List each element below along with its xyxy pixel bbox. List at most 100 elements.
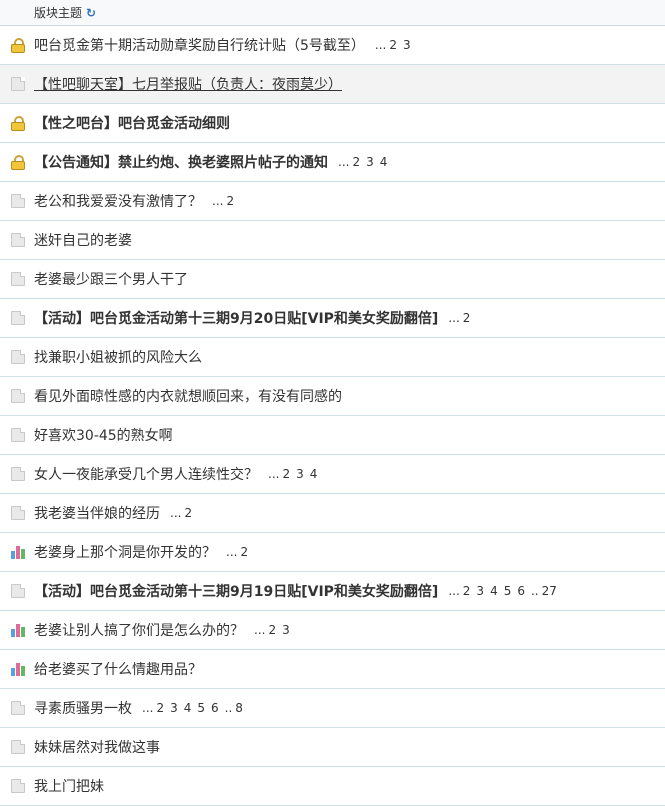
thread-title-link[interactable]: 寻素质骚男一枚	[34, 698, 132, 718]
pager-gap: ..	[224, 701, 233, 715]
thread-row[interactable]: 吧台觅金第十期活动勋章奖励自行统计贴（5号截至）... 2 3	[0, 26, 665, 65]
pager-ellipsis: ...	[212, 194, 224, 208]
page-link[interactable]: 2	[389, 38, 397, 52]
thread-row[interactable]: 老婆让别人搞了你们是怎么办的？... 2 3	[0, 611, 665, 650]
pager-ellipsis: ...	[254, 623, 266, 637]
lock-icon	[11, 116, 25, 131]
thread-row[interactable]: 给老婆买了什么情趣用品？	[0, 650, 665, 689]
page-link[interactable]: 2	[463, 311, 471, 325]
doc-icon	[11, 740, 25, 754]
thread-title-link[interactable]: 我老婆当伴娘的经历	[34, 503, 160, 523]
thread-title-link[interactable]: 老公和我爱爱没有激情了？	[34, 191, 202, 211]
thread-row[interactable]: 找兼职小姐被抓的风险大么	[0, 338, 665, 377]
page-link[interactable]: 2	[282, 467, 290, 481]
page-link[interactable]: 2	[240, 545, 248, 559]
page-link[interactable]: 2	[156, 701, 164, 715]
thread-title-link[interactable]: 【性吧聊天室】七月举报贴（负责人：夜雨莫少）	[34, 74, 342, 94]
poll-icon	[11, 545, 25, 559]
page-link[interactable]: 4	[310, 467, 318, 481]
pager-ellipsis: ...	[226, 545, 238, 559]
lock-icon	[11, 38, 25, 53]
thread-title-link[interactable]: 给老婆买了什么情趣用品？	[34, 659, 202, 679]
thread-row[interactable]: 女人一夜能承受几个男人连续性交？... 2 3 4	[0, 455, 665, 494]
pager-ellipsis: ...	[268, 467, 280, 481]
page-link[interactable]: 5	[197, 701, 205, 715]
thread-row[interactable]: 老公和我爱爱没有激情了？... 2	[0, 182, 665, 221]
thread-row[interactable]: 老婆身上那个洞是你开发的？... 2	[0, 533, 665, 572]
page-link[interactable]: 3	[403, 38, 411, 52]
doc-icon	[11, 467, 25, 481]
thread-row[interactable]: 我老婆当伴娘的经历 ... 2	[0, 494, 665, 533]
page-link[interactable]: 2	[352, 155, 360, 169]
doc-icon	[11, 311, 25, 325]
page-link[interactable]: 3	[296, 467, 304, 481]
page-link[interactable]: 2	[184, 506, 192, 520]
thread-row[interactable]: 我上门把妹	[0, 767, 665, 806]
thread-row[interactable]: 【性吧聊天室】七月举报贴（负责人：夜雨莫少）	[0, 65, 665, 104]
lock-icon	[11, 155, 25, 170]
thread-row[interactable]: 老婆最少跟三个男人干了	[0, 260, 665, 299]
section-header-label: 版块主题	[34, 6, 83, 20]
section-header: 版块主题 ↻	[0, 0, 665, 26]
page-link[interactable]: 2	[226, 194, 234, 208]
page-link[interactable]: 6	[517, 584, 525, 598]
thread-row[interactable]: 【公告通知】禁止约炮、换老婆照片帖子的通知... 2 3 4	[0, 143, 665, 182]
thread-pager: ... 2	[170, 506, 198, 520]
page-link[interactable]: 3	[366, 155, 374, 169]
page-link[interactable]: 3	[476, 584, 484, 598]
thread-pager: ... 2 3 4	[268, 467, 323, 481]
page-link[interactable]: 4	[184, 701, 192, 715]
thread-title-link[interactable]: 我上门把妹	[34, 776, 104, 796]
page-link[interactable]: 2	[463, 584, 471, 598]
thread-title-link[interactable]: 老婆最少跟三个男人干了	[34, 269, 188, 289]
doc-icon	[11, 584, 25, 598]
pager-ellipsis: ...	[338, 155, 350, 169]
page-link[interactable]: 3	[170, 701, 178, 715]
page-link[interactable]: 5	[504, 584, 512, 598]
thread-row[interactable]: 好喜欢30-45的熟女啊	[0, 416, 665, 455]
refresh-icon[interactable]: ↻	[86, 6, 96, 20]
page-link[interactable]: 2	[268, 623, 276, 637]
pager-ellipsis: ...	[448, 311, 460, 325]
thread-pager: ... 2 3 4 5 6.. 27	[448, 584, 563, 598]
doc-icon	[11, 272, 25, 286]
doc-icon	[11, 701, 25, 715]
page-link[interactable]: 4	[380, 155, 388, 169]
thread-pager: ... 2	[226, 545, 254, 559]
page-link[interactable]: 27	[542, 584, 557, 598]
pager-gap: ..	[530, 584, 539, 598]
thread-title-link[interactable]: 吧台觅金第十期活动勋章奖励自行统计贴（5号截至）	[34, 35, 365, 55]
thread-title-link[interactable]: 【活动】吧台觅金活动第十三期9月20日贴[VIP和美女奖励翻倍]	[34, 308, 438, 328]
thread-title-link[interactable]: 【活动】吧台觅金活动第十三期9月19日贴[VIP和美女奖励翻倍]	[34, 581, 438, 601]
thread-pager: ... 2 3 4 5 6.. 8	[142, 701, 249, 715]
thread-title-link[interactable]: 老婆让别人搞了你们是怎么办的？	[34, 620, 244, 640]
thread-row[interactable]: 迷奸自己的老婆	[0, 221, 665, 260]
page-link[interactable]: 6	[211, 701, 219, 715]
thread-row[interactable]: 看见外面晾性感的内衣就想顺回来，有没有同感的	[0, 377, 665, 416]
doc-icon	[11, 779, 25, 793]
page-link[interactable]: 4	[490, 584, 498, 598]
thread-title-link[interactable]: 【公告通知】禁止约炮、换老婆照片帖子的通知	[34, 152, 328, 172]
thread-title-link[interactable]: 女人一夜能承受几个男人连续性交？	[34, 464, 258, 484]
thread-row[interactable]: 【性之吧台】吧台觅金活动细则	[0, 104, 665, 143]
thread-title-link[interactable]: 看见外面晾性感的内衣就想顺回来，有没有同感的	[34, 386, 342, 406]
pager-ellipsis: ...	[374, 38, 387, 52]
page-link[interactable]: 3	[282, 623, 290, 637]
pager-ellipsis: ...	[142, 701, 154, 715]
doc-icon	[11, 428, 25, 442]
thread-row[interactable]: 【活动】吧台觅金活动第十三期9月19日贴[VIP和美女奖励翻倍]... 2 3 4 5 6…	[0, 572, 665, 611]
thread-row[interactable]: 妹妹居然对我做这事	[0, 728, 665, 767]
thread-title-link[interactable]: 找兼职小姐被抓的风险大么	[34, 347, 202, 367]
thread-title-link[interactable]: 妹妹居然对我做这事	[34, 737, 160, 757]
thread-title-link[interactable]: 迷奸自己的老婆	[34, 230, 132, 250]
page-link[interactable]: 8	[235, 701, 243, 715]
thread-row[interactable]: 寻素质骚男一枚... 2 3 4 5 6.. 8	[0, 689, 665, 728]
thread-row[interactable]: 【活动】吧台觅金活动第十三期9月20日贴[VIP和美女奖励翻倍]... 2	[0, 299, 665, 338]
doc-icon	[11, 194, 25, 208]
thread-title-link[interactable]: 【性之吧台】吧台觅金活动细则	[34, 113, 230, 133]
thread-pager: ... 2 3	[254, 623, 296, 637]
poll-icon	[11, 662, 25, 676]
thread-title-link[interactable]: 老婆身上那个洞是你开发的？	[34, 542, 216, 562]
doc-icon	[11, 233, 25, 247]
thread-title-link[interactable]: 好喜欢30-45的熟女啊	[34, 425, 173, 445]
